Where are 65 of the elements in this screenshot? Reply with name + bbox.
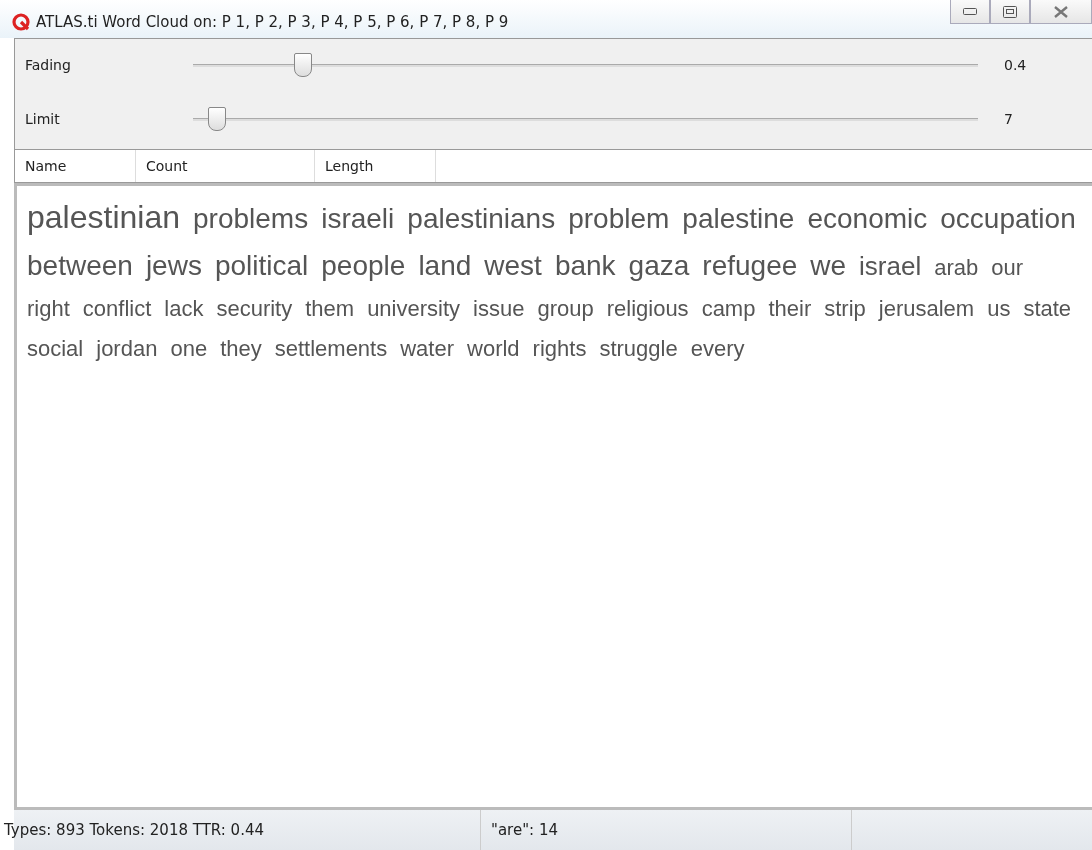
cloud-word: political <box>214 249 309 283</box>
cloud-word: them <box>305 295 355 323</box>
cloud-word: water <box>400 335 454 363</box>
cloud-word: israeli <box>321 202 395 236</box>
close-icon <box>1054 5 1068 18</box>
cloud-word: between <box>27 249 133 283</box>
cloud-word: issue <box>473 295 525 323</box>
slider-label: Limit <box>24 111 61 127</box>
cloud-word: economic <box>807 202 928 236</box>
cloud-word: palestinian <box>27 198 180 237</box>
slider-label: Fading <box>24 57 72 73</box>
cloud-word: conflict <box>82 295 152 323</box>
cloud-word: gaza <box>628 249 690 283</box>
cloud-word: lack <box>164 295 204 323</box>
cloud-word: state <box>1023 295 1072 323</box>
cloud-word: security <box>216 295 293 323</box>
column-header[interactable]: Count <box>136 150 315 182</box>
cloud-word: social <box>27 335 84 363</box>
slider-thumb[interactable] <box>207 107 226 131</box>
minimize-button[interactable] <box>950 0 990 24</box>
cloud-word: jordan <box>96 335 158 363</box>
cloud-word: every <box>690 335 745 363</box>
cloud-word: camp <box>701 295 756 323</box>
cloud-word: jews <box>145 249 202 283</box>
cloud-word: struggle <box>599 335 678 363</box>
column-header[interactable]: Name <box>15 150 136 182</box>
cloud-word: settlements <box>274 335 388 363</box>
cloud-word: occupation <box>940 202 1076 236</box>
cloud-word: strip <box>824 295 866 323</box>
slider-value: 7 <box>1003 111 1014 127</box>
cloud-word: their <box>768 295 812 323</box>
cloud-word: rights <box>532 335 587 363</box>
cloud-word: right <box>27 295 70 323</box>
cloud-word: problems <box>193 202 309 236</box>
cloud-word: one <box>170 335 208 363</box>
minimize-icon <box>963 7 977 16</box>
cloud-word: people <box>321 249 406 283</box>
cloud-word: palestinians <box>407 202 556 236</box>
cloud-word: group <box>537 295 594 323</box>
maximize-icon <box>1003 5 1017 18</box>
cloud-word: land <box>418 249 472 283</box>
cloud-word: israel <box>859 250 922 283</box>
app-logo-icon <box>12 13 30 31</box>
slider-value: 0.4 <box>1003 57 1028 73</box>
column-header[interactable]: Length <box>315 150 436 182</box>
cloud-word: us <box>987 295 1011 323</box>
cloud-word: our <box>991 254 1024 282</box>
maximize-button[interactable] <box>990 0 1030 24</box>
cloud-word: bank <box>554 249 616 283</box>
cloud-word: university <box>367 295 461 323</box>
cloud-word: west <box>484 249 542 283</box>
status-stats: Types: 893 Tokens: 2018 TTR: 0.44 <box>4 810 481 850</box>
cloud-word: religious <box>606 295 689 323</box>
cloud-word: refugee <box>702 249 798 283</box>
cloud-word: world <box>467 335 520 363</box>
slider-thumb[interactable] <box>293 53 312 77</box>
cloud-word: they <box>220 335 262 363</box>
cloud-word: problem <box>568 202 670 236</box>
close-button[interactable] <box>1030 0 1092 24</box>
cloud-word: palestine <box>682 202 795 236</box>
window-title: ATLAS.ti Word Cloud on: P 1, P 2, P 3, P 4, P 5, P 6, P 7, P 8, P 9 <box>36 13 509 31</box>
cloud-word: arab <box>934 254 979 282</box>
cloud-word: we <box>810 249 847 283</box>
status-selection: "are": 14 <box>481 810 852 850</box>
cloud-word: jerusalem <box>878 295 975 323</box>
